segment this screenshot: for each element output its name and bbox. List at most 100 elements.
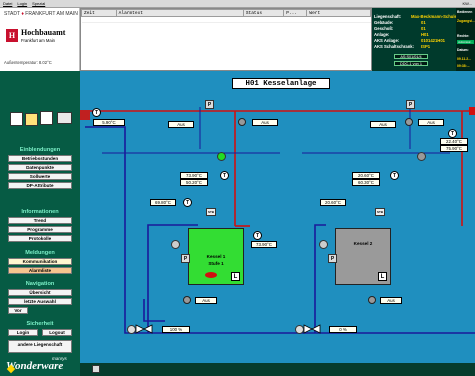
bottom-bar <box>80 363 475 376</box>
pressure-sensor-2-icon[interactable]: P <box>406 100 415 109</box>
pump-2-icon[interactable] <box>295 325 304 334</box>
pressure-gauge-1-icon <box>238 118 246 126</box>
btn-andere-liegenschaft[interactable]: andere Liegenschaft <box>8 340 72 353</box>
kessel1-pump-pipe <box>143 299 165 322</box>
app-window: Datei Login Spezial KW... STADT ♦ FRANKF… <box>0 0 475 376</box>
pump-gauge-1-icon <box>183 296 191 304</box>
btn-login[interactable]: Login <box>8 329 38 336</box>
heading-informationen: Informationen <box>21 209 59 215</box>
menu-bar: Datei Login Spezial KW... <box>0 0 475 8</box>
heading-einblendungen: Einblendungen <box>19 147 61 153</box>
outside-sensor-icon <box>80 110 90 120</box>
burner-blower-1-icon[interactable] <box>171 240 180 249</box>
info-label-gebaeude: Gebäude: <box>374 20 394 25</box>
outside-temp-value: 8.02°C <box>38 60 52 65</box>
temp-sensor-far-right-icon[interactable]: T <box>448 129 457 138</box>
kessel2-boiler[interactable]: Kessel 2 L <box>335 228 391 285</box>
btn-datenpunkte[interactable]: Datenpunkte <box>8 164 72 171</box>
plant-scheme: H01 Kesselanlage T 5.90°C Aus Aus P Aus … <box>80 71 475 363</box>
status-aus-right: Aus <box>370 121 396 128</box>
temp-sensor-k1-icon[interactable]: T <box>253 231 262 240</box>
col-wert[interactable]: Wert <box>306 9 371 17</box>
info-label-geschoss: Geschoß: <box>374 26 394 31</box>
pump-status-1: Aus <box>195 297 217 304</box>
info-value-gebaeude: 01 <box>421 20 426 25</box>
city-logo: STADT ♦ FRANKFURT AM MAIN <box>4 11 78 17</box>
temp-vl1-setpoint: 50.20°C <box>180 179 208 186</box>
col-zeit[interactable]: Zeit <box>81 9 117 17</box>
temp-far-right-setpoint: 75.90°C <box>440 145 468 152</box>
col-status[interactable]: Status <box>242 9 285 17</box>
burner-blower-2-icon[interactable] <box>319 240 328 249</box>
menu-clock: KW... <box>462 1 472 6</box>
temp-sensor-vl2-icon[interactable]: T <box>390 171 399 180</box>
heading-meldungen: Meldungen <box>25 250 55 256</box>
sidebar: Einblendungen Betriebsstunden Datenpunkt… <box>0 71 80 376</box>
pump-status-2: Aus <box>380 297 402 304</box>
brand-logo: Wonderware <box>6 360 64 372</box>
pressure-sensor-k2-icon[interactable]: P <box>328 254 337 263</box>
eagle-icon: ♦ <box>21 11 24 17</box>
btn-protokolle[interactable]: Protokolle <box>8 235 72 242</box>
operator-title: Bedienen <box>457 10 473 14</box>
temp-sensor-vl1-icon[interactable]: T <box>220 171 229 180</box>
status-aus-left: Aus <box>168 121 194 128</box>
as-station-button[interactable]: AS:S01/01/4 <box>394 54 428 59</box>
outside-temp-display: 5.90°C <box>93 119 125 126</box>
temp-return-right: 20.60°C <box>320 199 346 206</box>
city-prefix: STADT <box>4 11 20 17</box>
col-alarmtext[interactable]: Alarmtext <box>115 9 244 17</box>
flow-indicator-1-icon <box>217 152 226 161</box>
btn-betriebsstunden[interactable]: Betriebsstunden <box>8 155 72 162</box>
hochbauamt-logo-icon: H <box>6 29 18 42</box>
burner-flame-icon <box>205 272 217 278</box>
outside-temperature: Außentemperatur: 8.02°C <box>4 60 52 65</box>
pump-gauge-2-icon <box>368 296 376 304</box>
outside-temp-label: Außentemperatur: <box>4 60 38 65</box>
time-value: 09:38:... <box>457 64 470 68</box>
alarm-table[interactable]: Zeit Alarmtext Status P... Wert <box>80 8 372 71</box>
col-p[interactable]: P... <box>283 9 308 17</box>
btn-programme[interactable]: Programme <box>8 226 72 233</box>
info-label-liegenschaft: Liegenschaft: <box>374 14 402 19</box>
btn-vor[interactable]: Vor <box>8 307 28 314</box>
kessel1-boiler[interactable]: Kessel 1 Stufe 1 L <box>188 228 244 285</box>
temp-sensor-rl1-icon[interactable]: T <box>183 198 192 207</box>
pump-1-icon[interactable] <box>127 325 136 334</box>
calendar-icon[interactable] <box>57 112 72 124</box>
btn-logout[interactable]: Logout <box>42 329 72 336</box>
status-aus-top2: Aus <box>418 119 444 126</box>
info-value-geschoss: 01 <box>421 26 426 31</box>
kessel2-control-icon[interactable]: STB <box>375 208 385 216</box>
btn-trend[interactable]: Trend <box>8 217 72 224</box>
status-aus-top1: Aus <box>252 119 278 126</box>
valve2-right-icon <box>311 324 321 334</box>
ddc-button[interactable]: DDC-1 von 1 <box>394 61 428 66</box>
document-icon[interactable] <box>40 111 53 125</box>
kessel2-local-icon[interactable]: L <box>378 272 387 281</box>
print-icon[interactable] <box>10 112 23 126</box>
valve-1-position: 100 % <box>162 326 190 333</box>
menu-spezial[interactable]: Spezial <box>32 1 45 6</box>
pressure-sensor-1-icon[interactable]: P <box>205 100 214 109</box>
btn-letzte-auswahl[interactable]: letzte Auswahl <box>8 298 72 305</box>
outside-temp-sensor-icon[interactable]: T <box>92 108 101 117</box>
kessel1-local-icon[interactable]: L <box>231 272 240 281</box>
menu-datei[interactable]: Datei <box>3 1 12 6</box>
valve1-left-icon <box>135 324 145 334</box>
btn-kommunikation[interactable]: Kommunikation <box>8 258 72 265</box>
info-label-aks-anlage: AKS Anlage: <box>374 38 400 43</box>
menu-login[interactable]: Login <box>17 1 27 6</box>
btn-uebersicht[interactable]: Übersicht <box>8 289 72 296</box>
heading-navigation: Navigation <box>25 281 55 287</box>
kessel1-control-icon[interactable]: STB <box>206 208 216 216</box>
btn-sollwerte[interactable]: Sollwerte <box>8 173 72 180</box>
heading-sicherheit: Sicherheit <box>26 321 54 327</box>
folder-icon[interactable] <box>25 113 38 126</box>
btn-alarmliste[interactable]: Alarmliste <box>8 267 72 274</box>
info-label-aks-schaltschrank: AKS Schaltschrank: <box>374 44 415 49</box>
print-small-icon[interactable] <box>92 365 100 373</box>
pressure-sensor-k1-icon[interactable]: P <box>181 254 190 263</box>
logo-area: STADT ♦ FRANKFURT AM MAIN H Hochbauamt F… <box>0 8 80 71</box>
btn-dp-attribute[interactable]: DP-Attribute <box>8 182 72 189</box>
